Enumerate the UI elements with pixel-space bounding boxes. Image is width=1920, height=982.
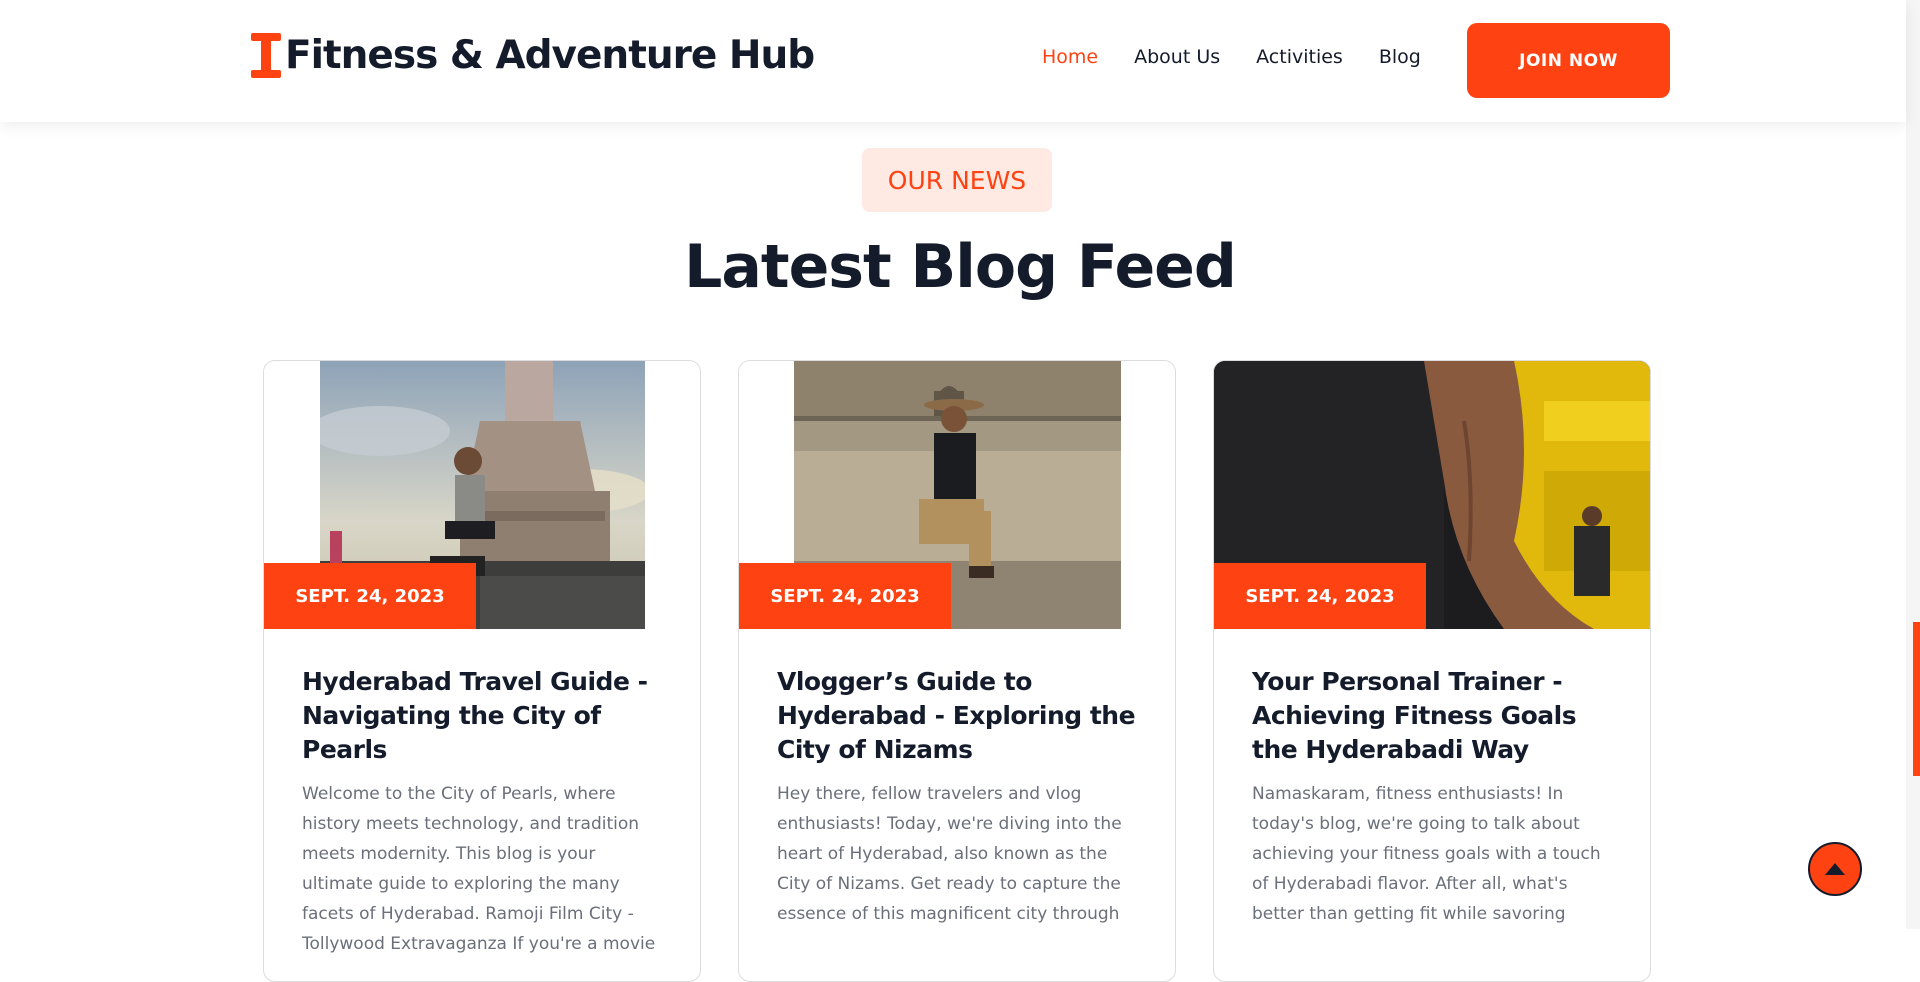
site-header: Fitness & Adventure Hub Home About Us Ac… (0, 0, 1906, 122)
card-image[interactable]: SEPT. 24, 2023 (739, 361, 1175, 629)
date-badge: SEPT. 24, 2023 (739, 563, 951, 629)
brand-name: Fitness & Adventure Hub (285, 32, 815, 78)
main-nav: Home About Us Activities Blog (1042, 46, 1457, 68)
blog-card[interactable]: SEPT. 24, 2023 Your Personal Trainer - A… (1213, 360, 1651, 982)
date-badge: SEPT. 24, 2023 (264, 563, 476, 629)
section-tag: OUR NEWS (862, 148, 1052, 212)
dumbbell-icon (251, 30, 281, 80)
nav-item-about-us[interactable]: About Us (1134, 46, 1220, 68)
arrow-up-icon (1825, 863, 1845, 875)
brand-logo[interactable]: Fitness & Adventure Hub (251, 30, 815, 80)
post-title[interactable]: Hyderabad Travel Guide - Navigating the … (302, 665, 662, 767)
post-excerpt: Namaskaram, fitness enthusiasts! In toda… (1252, 784, 1601, 924)
scroll-to-top-button[interactable] (1808, 842, 1862, 896)
post-title[interactable]: Your Personal Trainer - Achieving Fitnes… (1252, 665, 1612, 767)
card-image[interactable]: SEPT. 24, 2023 (1214, 361, 1650, 629)
post-excerpt: Hey there, fellow travelers and vlog ent… (777, 784, 1122, 924)
nav-item-blog[interactable]: Blog (1379, 46, 1421, 68)
card-image[interactable]: SEPT. 24, 2023 (264, 361, 700, 629)
join-now-button[interactable]: JOIN NOW (1467, 23, 1670, 98)
blog-card[interactable]: SEPT. 24, 2023 Vlogger’s Guide to Hydera… (738, 360, 1176, 982)
section-title: Latest Blog Feed (684, 232, 1237, 302)
nav-item-home[interactable]: Home (1042, 46, 1098, 68)
scrollbar-thumb[interactable] (1913, 622, 1920, 776)
blog-card[interactable]: SEPT. 24, 2023 Hyderabad Travel Guide - … (263, 360, 701, 982)
page-scrollbar[interactable] (1906, 0, 1920, 929)
date-badge: SEPT. 24, 2023 (1214, 563, 1426, 629)
post-title[interactable]: Vlogger’s Guide to Hyderabad - Exploring… (777, 665, 1137, 767)
post-excerpt: Welcome to the City of Pearls, where his… (302, 784, 656, 954)
nav-item-activities[interactable]: Activities (1256, 46, 1343, 68)
